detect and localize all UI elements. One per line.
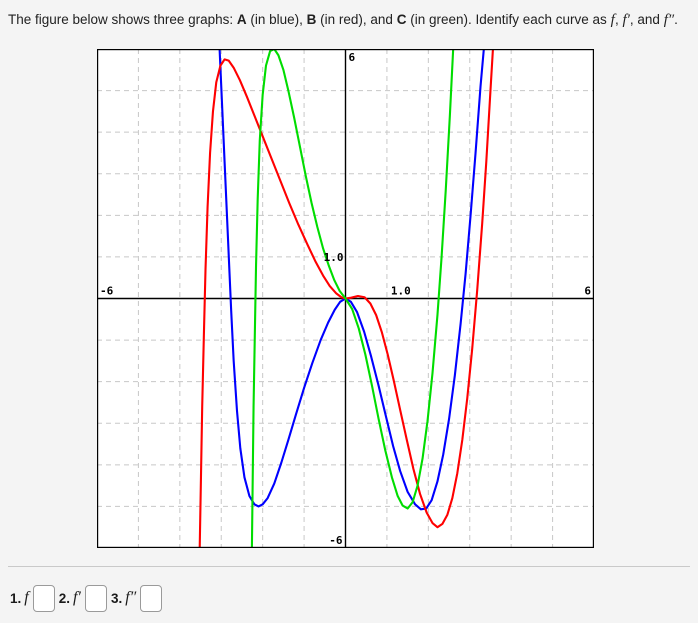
prompt-text-part2: (in blue), [246,12,307,27]
answer-number-2: 2. [58,590,70,606]
tick-x-max: 6 [584,285,591,298]
curve-label-c: C [396,12,407,27]
graph-figure: -6 6 6 -6 1.0 1.0 [97,49,594,548]
question-prompt: The figure below shows three graphs: A (… [8,8,690,32]
answer-input-f-double-prime[interactable] [140,584,163,612]
tick-x-unit: 1.0 [391,285,411,298]
answer-input-f-prime[interactable] [84,584,107,612]
answer-number-1: 1. [10,590,22,606]
curve-label-b: B [306,12,317,27]
answer-group-2: 2. f′ [58,584,107,612]
answer-symbol-f-prime: f′ [72,589,81,606]
answer-group-3: 3. f″ [110,584,163,612]
prompt-sep2: , and [629,12,664,27]
tick-y-max: 6 [349,51,356,64]
prompt-text-part4: (in green). Identify each curve as [406,12,611,27]
prompt-text-part3: (in red), and [316,12,397,27]
section-divider [8,566,690,567]
symbol-f-prime: f′ [622,12,630,28]
answer-row: 1. f 2. f′ 3. f″ [10,581,166,615]
answer-input-f[interactable] [32,584,55,612]
tick-x-min: -6 [100,285,114,298]
curve-label-a: A [236,12,247,27]
answer-group-1: 1. f [10,584,55,612]
tick-y-min: -6 [329,534,343,547]
answer-number-3: 3. [110,590,123,606]
prompt-period: . [674,12,678,27]
answer-symbol-f-double-prime: f″ [125,589,137,606]
coordinate-plot: -6 6 6 -6 1.0 1.0 [97,49,594,548]
prompt-text-part1: The figure below shows three graphs: [8,12,237,27]
symbol-f-double-prime: f″ [663,12,675,28]
answer-symbol-f: f [24,589,29,606]
tick-y-unit: 1.0 [324,251,344,264]
